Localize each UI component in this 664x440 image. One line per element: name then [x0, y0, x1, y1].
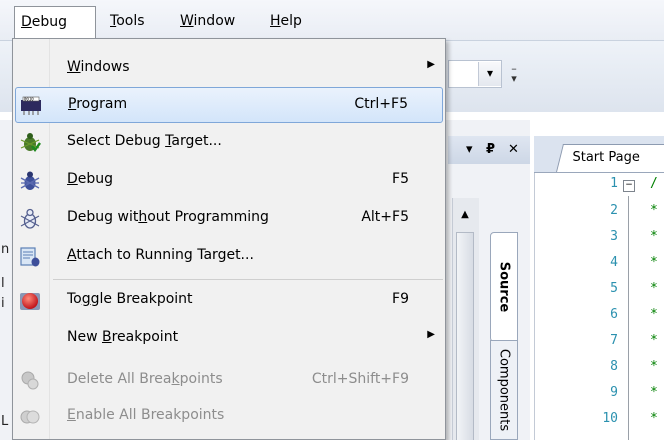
tab-source[interactable]: Source: [490, 232, 518, 342]
pin-icon[interactable]: ₽: [486, 136, 495, 164]
menu-item-debug-without-programming[interactable]: Debug without Programming Alt+F5: [15, 201, 443, 237]
menu-item-debug[interactable]: Debug F5: [15, 163, 443, 199]
svg-text:0010: 0010: [24, 97, 34, 102]
menu-item-label: Toggle Breakpoint: [67, 291, 193, 307]
menu-debug[interactable]: Debug: [14, 6, 96, 38]
code-line: *: [650, 333, 658, 348]
menu-window-mnemonic: W: [180, 13, 194, 29]
tab-start-page[interactable]: Start Page: [556, 144, 664, 172]
code-line: *: [650, 385, 658, 400]
code-line: *: [650, 411, 658, 426]
edge-text: L: [1, 414, 9, 429]
delete-breakpoints-icon: [21, 371, 39, 390]
combobox-dropdown-icon[interactable]: ▾: [478, 62, 501, 86]
toolbar-overflow-arrow: ▾: [511, 72, 517, 85]
menu-bar: Debug Tools Window Help: [0, 0, 664, 41]
line-number: 3: [610, 229, 618, 244]
shortcut-label: F5: [392, 171, 409, 187]
menu-item-label: Enable All Breakpoints: [67, 407, 225, 423]
code-line: /: [650, 176, 658, 191]
menu-help-mnemonic: H: [270, 13, 281, 29]
menu-item-program[interactable]: 0010 Program Ctrl+F5: [15, 87, 443, 123]
menu-item-enable-all-breakpoints[interactable]: Enable All Breakpoints: [15, 399, 443, 435]
tab-source-label: Source: [496, 261, 512, 313]
tab-components[interactable]: Components: [490, 340, 518, 440]
menu-item-label: New Breakpoint: [67, 329, 179, 345]
menu-item-delete-all-breakpoints[interactable]: Delete All Breakpoints Ctrl+Shift+F9: [15, 363, 443, 399]
menu-item-attach-to-running-target[interactable]: Attach to Running Target...: [15, 239, 443, 275]
line-number: 6: [610, 307, 618, 322]
chip-icon: 0010: [21, 97, 41, 115]
scrollbar-thumb[interactable]: [456, 232, 474, 440]
enable-breakpoints-icon: [20, 410, 40, 424]
attach-icon: [20, 247, 40, 267]
shortcut-label: Ctrl+Shift+F9: [311, 371, 409, 387]
menu-item-label: Delete All Breakpoints: [67, 371, 223, 387]
menu-window[interactable]: Window: [174, 6, 241, 38]
line-number: 10: [602, 411, 618, 426]
menu-separator: [53, 279, 443, 280]
menu-tools-label: ools: [116, 13, 145, 29]
panel-header: ▾ ₽ ✕: [448, 136, 530, 164]
menu-item-label: Program: [68, 96, 128, 112]
line-number-gutter: 1 2 3 4 5 6 7 8 9 10: [562, 174, 624, 440]
menu-debug-label: ebug: [31, 14, 68, 30]
submenu-arrow-icon: ▶: [427, 59, 435, 70]
code-line: *: [650, 281, 658, 296]
menu-item-new-breakpoint[interactable]: New Breakpoint ▶: [15, 321, 443, 357]
bug-outline-icon: [20, 208, 40, 229]
line-number: 7: [610, 333, 618, 348]
code-line: *: [650, 307, 658, 322]
menu-item-toggle-breakpoint[interactable]: Toggle Breakpoint F9: [15, 283, 443, 319]
submenu-arrow-icon: ▶: [427, 329, 435, 340]
line-number: 9: [610, 385, 618, 400]
debug-menu-dropdown: Windows ▶ 0010 Program Ctrl+F5 Select De…: [12, 38, 446, 440]
fold-guide: [628, 196, 629, 440]
toolbar-overflow-icon[interactable]: – ▾: [508, 63, 520, 88]
scroll-up-icon[interactable]: ▲: [455, 205, 475, 225]
shortcut-label: F9: [392, 291, 409, 307]
breakpoint-icon: [20, 293, 40, 310]
line-number: 5: [610, 281, 618, 296]
collapse-icon[interactable]: −: [623, 180, 635, 192]
menu-debug-mnemonic: D: [21, 14, 32, 30]
menu-item-label: Attach to Running Target...: [67, 247, 254, 263]
shortcut-label: Ctrl+F5: [354, 96, 408, 112]
menu-help-label: elp: [280, 13, 302, 29]
menu-item-label: Debug without Programming: [67, 209, 269, 225]
menu-item-label: Select Debug Target...: [67, 133, 222, 149]
shortcut-label: Alt+F5: [361, 209, 409, 225]
menu-item-select-debug-target[interactable]: Select Debug Target...: [15, 125, 443, 161]
bug-icon: [20, 171, 40, 190]
tab-start-page-label: Start Page: [572, 150, 640, 165]
code-line: *: [650, 229, 658, 244]
menu-item-windows[interactable]: Windows ▶: [15, 51, 443, 87]
close-icon[interactable]: ✕: [508, 136, 519, 164]
line-number: 4: [610, 255, 618, 270]
menu-tools[interactable]: Tools: [104, 6, 151, 38]
line-number: 2: [610, 203, 618, 218]
edge-text: l: [1, 276, 5, 291]
code-line: *: [650, 359, 658, 374]
menu-help[interactable]: Help: [264, 6, 308, 38]
menu-item-label: Debug: [67, 171, 114, 187]
line-number: 1: [610, 176, 618, 191]
line-number: 8: [610, 359, 618, 374]
tab-components-label: Components: [496, 348, 512, 432]
edge-text: n: [1, 242, 10, 257]
menu-item-label: Windows: [67, 59, 130, 75]
code-line: *: [650, 255, 658, 270]
edge-text: i: [1, 296, 5, 311]
panel-dropdown-icon[interactable]: ▾: [466, 136, 473, 164]
bug-target-icon: [20, 133, 41, 153]
code-line: *: [650, 203, 658, 218]
menu-window-label: indow: [193, 13, 236, 29]
